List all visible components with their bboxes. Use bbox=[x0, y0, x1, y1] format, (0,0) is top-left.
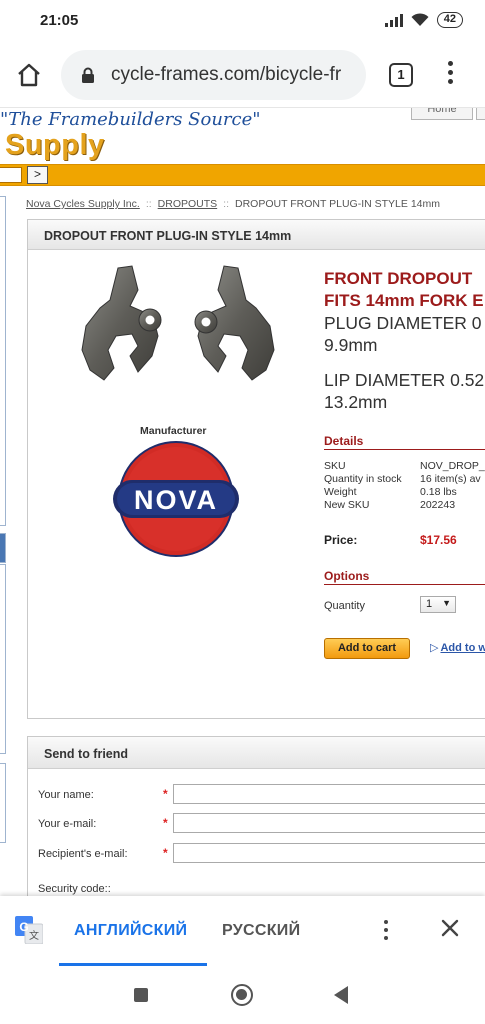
more-vert-icon[interactable] bbox=[443, 61, 457, 89]
your-name-label: Your name: bbox=[38, 789, 94, 801]
send-to-friend-panel: Send to friend Your name: * Your e-mail:… bbox=[27, 736, 485, 896]
status-time: 21:05 bbox=[40, 12, 79, 29]
quantity-select[interactable]: 1 ▼ bbox=[420, 596, 456, 613]
options-heading: Options bbox=[324, 569, 370, 583]
manufacturer-label: Manufacturer bbox=[140, 425, 207, 437]
required-mark: * bbox=[163, 787, 168, 801]
lock-icon bbox=[82, 67, 94, 83]
back-button-icon[interactable] bbox=[334, 986, 348, 1004]
chevron-down-icon: ▼ bbox=[442, 598, 451, 608]
triangle-right-icon: ▷ bbox=[430, 642, 439, 654]
manufacturer-logo-text: NOVA bbox=[134, 485, 218, 515]
your-name-input[interactable] bbox=[173, 784, 485, 804]
product-title-line1: FRONT DROPOUT bbox=[324, 269, 473, 288]
price-value: $17.56 bbox=[420, 533, 457, 547]
detail-value: 16 item(s) av bbox=[420, 473, 481, 485]
plug-diameter-line2: 9.9mm bbox=[324, 335, 378, 355]
product-panel-title: DROPOUT FRONT PLUG-IN STYLE 14mm bbox=[28, 220, 485, 250]
lip-diameter-line2: 13.2mm bbox=[324, 392, 388, 412]
more-vert-icon[interactable] bbox=[382, 920, 390, 942]
product-image[interactable] bbox=[58, 260, 298, 400]
sidebar-partial-header bbox=[0, 533, 6, 563]
detail-label: Quantity in stock bbox=[324, 473, 402, 485]
recents-button-icon[interactable] bbox=[134, 988, 148, 1002]
breadcrumb-separator: :: bbox=[145, 198, 152, 210]
google-translate-icon[interactable]: G 文 bbox=[15, 916, 43, 944]
required-mark: * bbox=[163, 846, 168, 860]
plug-diameter-spec: PLUG DIAMETER 0 9.9mm bbox=[324, 312, 482, 356]
close-icon[interactable] bbox=[440, 918, 460, 938]
sidebar-partial bbox=[0, 564, 6, 754]
search-go-button[interactable]: > bbox=[27, 166, 48, 184]
translate-source-language-tab[interactable]: АНГЛИЙСКИЙ bbox=[74, 922, 187, 940]
battery-indicator: 42 bbox=[436, 12, 463, 28]
send-to-friend-title: Send to friend bbox=[28, 737, 485, 769]
breadcrumb-link-home[interactable]: Nova Cycles Supply Inc. bbox=[26, 198, 140, 210]
product-title-line2: FITS 14mm FORK E bbox=[324, 291, 484, 310]
detail-row: Weight 0.18 lbs bbox=[324, 486, 457, 498]
nav-tab-partial[interactable] bbox=[476, 108, 485, 120]
svg-text:G: G bbox=[19, 920, 28, 934]
url-text: cycle-frames.com/bicycle-fr bbox=[111, 64, 342, 85]
site-brand[interactable]: Supply bbox=[5, 129, 105, 162]
add-to-wishlist-label: Add to w bbox=[440, 642, 485, 654]
required-mark: * bbox=[163, 816, 168, 830]
detail-row: New SKU 202243 bbox=[324, 499, 455, 511]
detail-label: New SKU bbox=[324, 499, 370, 511]
breadcrumb-link-dropouts[interactable]: DROPOUTS bbox=[158, 198, 218, 210]
wifi-icon bbox=[411, 13, 429, 26]
details-heading: Details bbox=[324, 434, 364, 448]
dropout-right-shape bbox=[194, 265, 275, 381]
svg-text:文: 文 bbox=[29, 929, 39, 942]
sidebar-partial bbox=[0, 763, 6, 843]
sidebar-partial bbox=[0, 196, 6, 526]
detail-row: Quantity in stock 16 item(s) av bbox=[324, 473, 481, 485]
plug-diameter-line1: PLUG DIAMETER 0 bbox=[324, 313, 482, 333]
your-email-input[interactable] bbox=[173, 813, 485, 833]
status-icons: 42 bbox=[384, 12, 463, 28]
system-nav-bar bbox=[0, 966, 485, 1024]
details-divider bbox=[324, 449, 485, 450]
security-code-label: Security code:: bbox=[38, 883, 111, 895]
browser-toolbar: cycle-frames.com/bicycle-fr 1 bbox=[0, 42, 485, 108]
manufacturer-logo[interactable]: NOVA bbox=[111, 440, 241, 558]
detail-value: NOV_DROP_1 bbox=[420, 460, 485, 472]
recipient-email-label: Recipient's e-mail: bbox=[38, 848, 128, 860]
breadcrumb-current: DROPOUT FRONT PLUG-IN STYLE 14mm bbox=[235, 198, 440, 210]
signal-icon bbox=[384, 13, 403, 27]
tab-switcher-button[interactable]: 1 bbox=[389, 63, 413, 87]
site-tagline: "The Framebuilders Source" bbox=[0, 109, 261, 130]
address-bar[interactable]: cycle-frames.com/bicycle-fr bbox=[61, 50, 366, 100]
lip-diameter-spec: LIP DIAMETER 0.52 13.2mm bbox=[324, 369, 484, 413]
status-bar: 21:05 42 bbox=[0, 0, 485, 42]
detail-label: SKU bbox=[324, 460, 346, 472]
quantity-label: Quantity bbox=[324, 600, 365, 612]
breadcrumb-separator: :: bbox=[223, 198, 230, 210]
breadcrumb: Nova Cycles Supply Inc.:: DROPOUTS:: DROPO… bbox=[26, 198, 440, 210]
search-input[interactable] bbox=[0, 167, 22, 183]
your-email-label: Your e-mail: bbox=[38, 818, 97, 830]
translate-target-language-tab[interactable]: РУССКИЙ bbox=[222, 922, 300, 940]
detail-row: SKU NOV_DROP_1 bbox=[324, 460, 485, 472]
detail-label: Weight bbox=[324, 486, 357, 498]
add-to-wishlist-link[interactable]: ▷ Add to w bbox=[430, 641, 485, 654]
recipient-email-input[interactable] bbox=[173, 843, 485, 863]
product-title: FRONT DROPOUT FITS 14mm FORK E bbox=[324, 268, 484, 312]
options-divider bbox=[324, 584, 485, 585]
home-nav-link[interactable]: Home bbox=[411, 108, 473, 120]
search-bar: > bbox=[0, 164, 485, 186]
add-to-cart-button[interactable]: Add to cart bbox=[324, 638, 410, 659]
price-label: Price: bbox=[324, 533, 358, 547]
lip-diameter-line1: LIP DIAMETER 0.52 bbox=[324, 370, 485, 390]
detail-value: 202243 bbox=[420, 499, 456, 511]
detail-value: 0.18 lbs bbox=[420, 486, 457, 498]
dropout-left-shape bbox=[81, 265, 162, 381]
home-icon[interactable] bbox=[16, 62, 42, 88]
product-panel: DROPOUT FRONT PLUG-IN STYLE 14mm Manufac… bbox=[27, 219, 485, 719]
web-page: "The Framebuilders Source" Supply Home >… bbox=[0, 108, 485, 896]
quantity-value: 1 bbox=[426, 598, 433, 610]
translate-bar: G 文 АНГЛИЙСКИЙ РУССКИЙ bbox=[0, 896, 485, 966]
home-button-icon[interactable] bbox=[231, 984, 253, 1006]
